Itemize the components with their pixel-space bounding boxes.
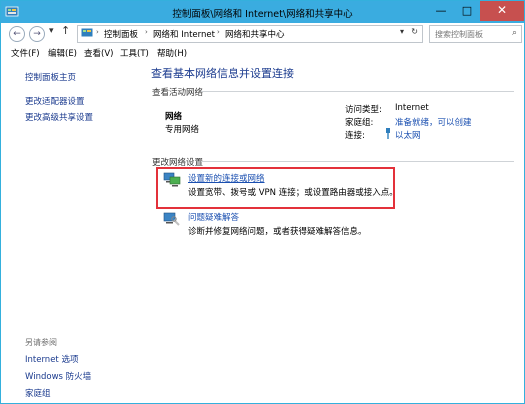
homegroup-label: 家庭组: <box>345 118 374 128</box>
divider <box>201 91 514 92</box>
address-dropdown-button[interactable]: ▾ <box>400 27 404 36</box>
search-icon[interactable]: ⌕ <box>512 28 517 38</box>
access-type-value: Internet <box>395 103 429 113</box>
main-content: 查看基本网络信息并设置连接 查看活动网络 网络 专用网络 访问类型: Inter… <box>141 61 524 403</box>
sidebar-change-advanced-sharing[interactable]: 更改高级共享设置 <box>25 111 93 123</box>
address-bar[interactable]: › 控制面板 › 网络和 Internet › 网络和共享中心 ▾ ↻ <box>77 25 423 43</box>
sidebar-windows-firewall[interactable]: Windows 防火墙 <box>25 370 91 382</box>
control-panel-icon <box>81 28 93 37</box>
ethernet-link[interactable]: 以太网 <box>395 129 421 141</box>
window: 控制面板\网络和 Internet\网络和共享中心 — □ ✕ ← → ▾ ↑ … <box>0 0 525 404</box>
search-placeholder: 搜索控制面板 <box>435 30 483 39</box>
menu-edit[interactable]: 编辑(E) <box>48 47 77 59</box>
sidebar: 控制面板主页 更改适配器设置 更改高级共享设置 另请参阅 Internet 选项… <box>1 61 141 403</box>
breadcrumb-separator: › <box>145 28 148 36</box>
forward-button[interactable]: → <box>29 26 45 42</box>
up-button[interactable]: ↑ <box>61 24 70 37</box>
breadcrumb-separator: › <box>96 28 99 36</box>
network-type: 专用网络 <box>165 125 200 135</box>
ethernet-icon <box>386 128 390 139</box>
menu-help[interactable]: 帮助(H) <box>157 47 187 59</box>
troubleshoot-icon <box>163 212 180 226</box>
menu-tools[interactable]: 工具(T) <box>120 47 149 59</box>
maximize-button[interactable]: □ <box>454 1 480 21</box>
menu-bar: 文件(F) 编辑(E) 查看(V) 工具(T) 帮助(H) <box>1 45 524 61</box>
network-name: 网络 <box>165 112 183 122</box>
menu-file[interactable]: 文件(F) <box>11 47 40 59</box>
divider <box>201 161 514 162</box>
homegroup-link[interactable]: 准备就绪，可以创建 <box>395 116 472 128</box>
highlight-box <box>156 167 395 209</box>
recent-pages-dropdown[interactable]: ▾ <box>49 26 54 36</box>
close-button[interactable]: ✕ <box>480 1 524 21</box>
sidebar-control-panel-home[interactable]: 控制面板主页 <box>25 71 76 83</box>
troubleshoot-description: 诊断并修复网络问题，或者获得疑难解答信息。 <box>188 227 367 237</box>
minimize-button[interactable]: — <box>428 1 454 21</box>
menu-view[interactable]: 查看(V) <box>84 47 113 59</box>
sidebar-internet-options[interactable]: Internet 选项 <box>25 353 78 365</box>
sidebar-change-adapter-settings[interactable]: 更改适配器设置 <box>25 95 85 107</box>
breadcrumb-separator: › <box>217 28 220 36</box>
breadcrumb-network-internet[interactable]: 网络和 Internet <box>153 28 215 40</box>
back-button[interactable]: ← <box>9 26 25 42</box>
breadcrumb-sharing-center[interactable]: 网络和共享中心 <box>225 28 285 40</box>
breadcrumb-control-panel[interactable]: 控制面板 <box>104 28 138 40</box>
page-title: 查看基本网络信息并设置连接 <box>151 67 294 80</box>
troubleshoot-link[interactable]: 问题疑难解答 <box>188 211 239 223</box>
access-type-label: 访问类型: <box>345 105 382 115</box>
title-bar[interactable]: 控制面板\网络和 Internet\网络和共享中心 — □ ✕ <box>1 1 524 23</box>
search-box[interactable]: 搜索控制面板 ⌕ <box>429 25 522 43</box>
connections-label: 连接: <box>345 131 365 141</box>
navigation-bar: ← → ▾ ↑ › 控制面板 › 网络和 Internet › 网络和共享中心 … <box>1 23 524 45</box>
active-networks-heading: 查看活动网络 <box>152 88 204 98</box>
see-also-heading: 另请参阅 <box>25 338 57 347</box>
sidebar-homegroup[interactable]: 家庭组 <box>25 387 51 399</box>
refresh-button[interactable]: ↻ <box>411 27 418 36</box>
